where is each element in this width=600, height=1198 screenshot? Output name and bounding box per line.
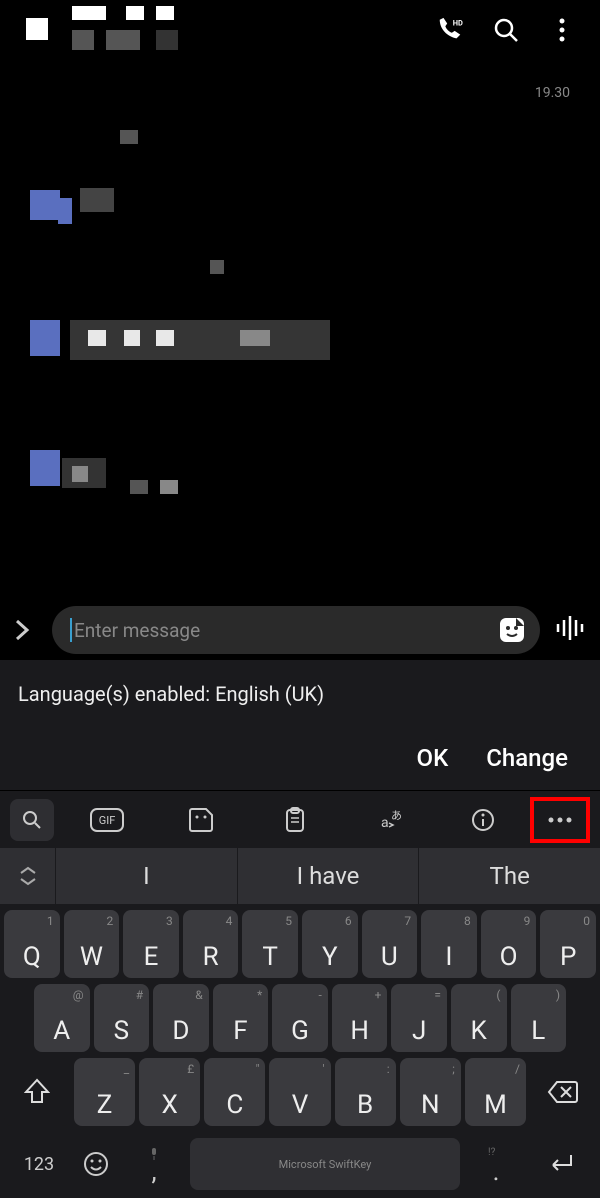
key-row-bottom: 123 , Microsoft SwiftKey !? .	[4, 1132, 596, 1196]
expand-icon[interactable]	[14, 618, 38, 642]
ok-button[interactable]: OK	[417, 744, 449, 772]
chat-area: 19.30	[0, 60, 600, 600]
key-m[interactable]: /M	[465, 1058, 526, 1126]
key-j[interactable]: =J	[391, 984, 447, 1052]
key-w[interactable]: 2W	[64, 910, 120, 978]
language-text: Language(s) enabled: English (UK)	[18, 682, 582, 706]
more-horiz-icon[interactable]	[530, 797, 590, 843]
key-row-3: _Z£X"C'V:B;N/M	[4, 1058, 596, 1126]
keyboard-toolbar: GIF aあ	[0, 790, 600, 848]
space-key[interactable]: Microsoft SwiftKey	[190, 1138, 460, 1190]
numeric-key[interactable]: 123	[12, 1154, 66, 1175]
key-x[interactable]: £X	[139, 1058, 200, 1126]
app-header: HD	[0, 0, 600, 60]
language-notice: Language(s) enabled: English (UK) OK Cha…	[0, 660, 600, 790]
message-input-container[interactable]	[52, 606, 540, 654]
compose-row	[0, 600, 600, 660]
key-r[interactable]: 4R	[183, 910, 239, 978]
timestamp: 19.30	[535, 85, 570, 101]
translate-icon[interactable]: aあ	[342, 799, 436, 841]
close-suggestions-icon[interactable]	[0, 848, 56, 904]
shift-key[interactable]	[4, 1058, 70, 1126]
message-input[interactable]	[74, 619, 522, 642]
comma-key[interactable]: ,	[126, 1141, 182, 1187]
key-p[interactable]: 0P	[540, 910, 596, 978]
suggestion-3[interactable]: The	[419, 848, 600, 904]
enter-key[interactable]	[532, 1153, 588, 1175]
suggestion-bar: I I have The	[0, 848, 600, 904]
contact-name-redacted	[16, 0, 436, 60]
key-t[interactable]: 5T	[242, 910, 298, 978]
more-vert-icon[interactable]	[548, 16, 576, 44]
clipboard-icon[interactable]	[248, 799, 342, 841]
call-hd-icon[interactable]: HD	[436, 16, 464, 44]
svg-text:あ: あ	[391, 809, 402, 822]
emoji-key[interactable]	[74, 1151, 118, 1177]
key-e[interactable]: 3E	[123, 910, 179, 978]
svg-text:GIF: GIF	[99, 814, 116, 827]
keyboard-brand: Microsoft SwiftKey	[279, 1158, 372, 1171]
gif-icon[interactable]: GIF	[60, 799, 154, 841]
key-h[interactable]: +H	[332, 984, 388, 1052]
search-icon[interactable]	[492, 16, 520, 44]
suggestion-2[interactable]: I have	[238, 848, 420, 904]
key-u[interactable]: 7U	[362, 910, 418, 978]
voice-wave-icon[interactable]	[554, 614, 586, 646]
suggestion-1[interactable]: I	[56, 848, 238, 904]
keyboard: 1Q2W3E4R5T6Y7U8I9O0P @A#S&D*F-G+H=J(K)L …	[0, 904, 600, 1198]
period-key[interactable]: !? .	[468, 1141, 524, 1187]
key-s[interactable]: #S	[94, 984, 150, 1052]
key-a[interactable]: @A	[34, 984, 90, 1052]
key-f[interactable]: *F	[213, 984, 269, 1052]
key-d[interactable]: &D	[153, 984, 209, 1052]
svg-text:HD: HD	[453, 18, 463, 27]
key-v[interactable]: 'V	[269, 1058, 330, 1126]
key-y[interactable]: 6Y	[302, 910, 358, 978]
key-c[interactable]: "C	[204, 1058, 265, 1126]
kb-search-icon[interactable]	[10, 799, 54, 841]
key-n[interactable]: ;N	[400, 1058, 461, 1126]
info-icon[interactable]	[436, 799, 530, 841]
key-l[interactable]: )L	[511, 984, 567, 1052]
key-row-2: @A#S&D*F-G+H=J(K)L	[4, 984, 596, 1052]
backspace-key[interactable]	[530, 1058, 596, 1126]
key-q[interactable]: 1Q	[4, 910, 60, 978]
key-row-1: 1Q2W3E4R5T6Y7U8I9O0P	[4, 910, 596, 978]
key-b[interactable]: :B	[335, 1058, 396, 1126]
key-k[interactable]: (K	[451, 984, 507, 1052]
key-g[interactable]: -G	[272, 984, 328, 1052]
sticker-tool-icon[interactable]	[154, 799, 248, 841]
sticker-icon[interactable]	[498, 616, 526, 644]
svg-text:a: a	[381, 815, 389, 831]
key-z[interactable]: _Z	[74, 1058, 135, 1126]
key-i[interactable]: 8I	[421, 910, 477, 978]
key-o[interactable]: 9O	[481, 910, 537, 978]
change-button[interactable]: Change	[486, 744, 568, 772]
text-cursor	[70, 618, 72, 642]
